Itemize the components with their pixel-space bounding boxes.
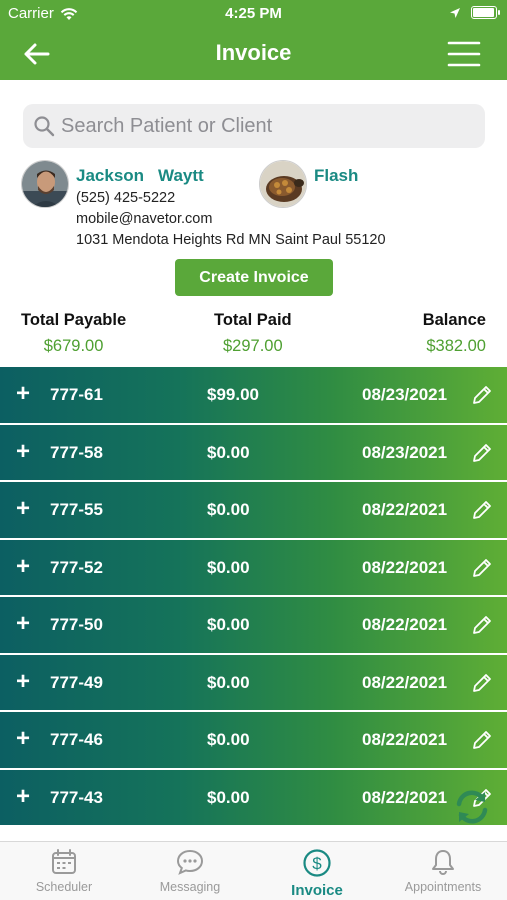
- expand-plus-icon[interactable]: +: [16, 497, 30, 521]
- edit-pencil-icon[interactable]: [470, 728, 494, 752]
- total-payable: Total Payable $679.00: [21, 311, 126, 356]
- invoice-row[interactable]: +777-43 $0.00 08/22/2021: [0, 769, 507, 825]
- invoice-row[interactable]: +777-49 $0.00 08/22/2021: [0, 654, 507, 710]
- client-avatar[interactable]: [21, 160, 69, 208]
- client-address: 1031 Mendota Heights Rd MN Saint Paul 55…: [76, 232, 386, 248]
- edit-pencil-icon[interactable]: [470, 671, 494, 695]
- battery-level-fill: [473, 8, 494, 17]
- tab-invoice[interactable]: $ Invoice: [254, 848, 380, 899]
- invoice-amount: $0.00: [207, 730, 250, 749]
- invoice-row[interactable]: +777-58 $0.00 08/23/2021: [0, 424, 507, 480]
- invoice-list[interactable]: +777-61 $99.00 08/23/2021 +777-58 $0.00 08/23…: [0, 367, 507, 841]
- edit-pencil-icon[interactable]: [470, 441, 494, 465]
- total-payable-value: $679.00: [43, 337, 104, 355]
- totals-summary: Total Payable $679.00 Total Paid $297.00…: [0, 311, 507, 359]
- dollar-circle-icon: $: [303, 849, 331, 877]
- invoice-row[interactable]: +777-52 $0.00 08/22/2021: [0, 539, 507, 595]
- invoice-number: 777-55: [50, 500, 103, 519]
- invoice-row[interactable]: +777-55 $0.00 08/22/2021: [0, 482, 507, 538]
- invoice-date: 08/22/2021: [362, 672, 448, 692]
- invoice-number: 777-52: [50, 557, 103, 577]
- nav-bar: Invoice: [0, 28, 507, 80]
- invoice-number: 777-49: [50, 672, 103, 692]
- bell-icon: [432, 850, 454, 875]
- balance-label: Balance: [422, 311, 486, 329]
- edit-pencil-icon[interactable]: [470, 613, 494, 637]
- invoice-amount: $0.00: [207, 615, 250, 634]
- calendar-icon: [52, 849, 76, 874]
- status-time: 4:25 PM: [225, 5, 282, 22]
- tab-messaging-label: Messaging: [159, 880, 221, 894]
- pet-avatar[interactable]: [259, 160, 307, 208]
- total-paid: Total Paid $297.00: [214, 311, 292, 356]
- chat-bubble-icon: [176, 849, 204, 875]
- expand-plus-icon[interactable]: +: [16, 382, 30, 406]
- tab-appointments[interactable]: Appointments: [380, 848, 506, 894]
- invoice-date: 08/22/2021: [362, 500, 448, 519]
- search-input[interactable]: [61, 114, 461, 138]
- expand-plus-icon[interactable]: +: [16, 727, 30, 751]
- invoice-number: 777-43: [50, 787, 103, 807]
- edit-pencil-icon[interactable]: [470, 498, 494, 522]
- invoice-row[interactable]: +777-50 $0.00 08/22/2021: [0, 597, 507, 653]
- total-paid-label: Total Paid: [214, 311, 292, 329]
- battery-icon: [471, 6, 500, 19]
- status-bar: Carrier 4:25 PM: [0, 0, 507, 28]
- invoice-row[interactable]: +777-46 $0.00 08/22/2021: [0, 712, 507, 768]
- edit-pencil-icon[interactable]: [470, 556, 494, 580]
- expand-plus-icon[interactable]: +: [16, 554, 30, 578]
- total-paid-value: $297.00: [222, 337, 283, 355]
- invoice-amount: $99.00: [207, 385, 259, 404]
- hamburger-menu-icon[interactable]: [447, 38, 481, 70]
- invoice-amount: $0.00: [207, 557, 250, 577]
- invoice-amount: $0.00: [207, 442, 250, 462]
- search-bar: [23, 104, 485, 148]
- invoice-amount: $0.00: [207, 672, 250, 692]
- tab-invoice-label: Invoice: [291, 882, 343, 899]
- total-payable-label: Total Payable: [21, 311, 127, 329]
- tab-scheduler[interactable]: Scheduler: [1, 848, 127, 894]
- expand-plus-icon[interactable]: +: [16, 669, 30, 693]
- edit-pencil-icon[interactable]: [470, 383, 494, 407]
- expand-plus-icon[interactable]: +: [16, 439, 30, 463]
- invoice-date: 08/22/2021: [362, 615, 448, 634]
- page-title: Invoice: [215, 40, 292, 65]
- client-first-name: Jackson: [76, 166, 145, 185]
- client-phone: (525) 425-5222: [76, 190, 176, 206]
- invoice-date: 08/22/2021: [362, 787, 448, 807]
- create-invoice-button[interactable]: Create Invoice: [175, 259, 333, 296]
- pet-name[interactable]: Flash: [314, 166, 358, 186]
- refresh-icon[interactable]: [449, 784, 495, 830]
- tab-scheduler-label: Scheduler: [35, 880, 93, 894]
- invoice-date: 08/22/2021: [362, 557, 448, 577]
- svg-text:$: $: [312, 854, 322, 873]
- invoice-date: 08/22/2021: [362, 730, 448, 749]
- balance-value: $382.00: [426, 337, 486, 355]
- invoice-amount: $0.00: [207, 787, 250, 807]
- tab-bar: Scheduler Messaging $ Invoice Appointmen…: [0, 841, 507, 900]
- expand-plus-icon[interactable]: +: [16, 612, 30, 636]
- invoice-date: 08/23/2021: [362, 385, 448, 404]
- invoice-number: 777-61: [50, 385, 103, 404]
- invoice-row[interactable]: +777-61 $99.00 08/23/2021: [0, 367, 507, 423]
- tab-messaging[interactable]: Messaging: [127, 848, 253, 894]
- balance: Balance $382.00: [423, 311, 486, 356]
- invoice-date: 08/23/2021: [362, 442, 448, 462]
- location-arrow-icon: [450, 7, 460, 18]
- client-name[interactable]: Jackson Waytt: [76, 166, 204, 186]
- expand-plus-icon[interactable]: +: [16, 784, 30, 808]
- client-last-name: Waytt: [158, 166, 204, 185]
- invoice-number: 777-46: [50, 730, 103, 749]
- search-icon: [34, 116, 55, 137]
- tab-appointments-label: Appointments: [404, 880, 482, 894]
- client-email: mobile@navetor.com: [76, 211, 213, 227]
- invoice-amount: $0.00: [207, 500, 250, 519]
- invoice-number: 777-50: [50, 615, 103, 634]
- invoice-number: 777-58: [50, 442, 103, 462]
